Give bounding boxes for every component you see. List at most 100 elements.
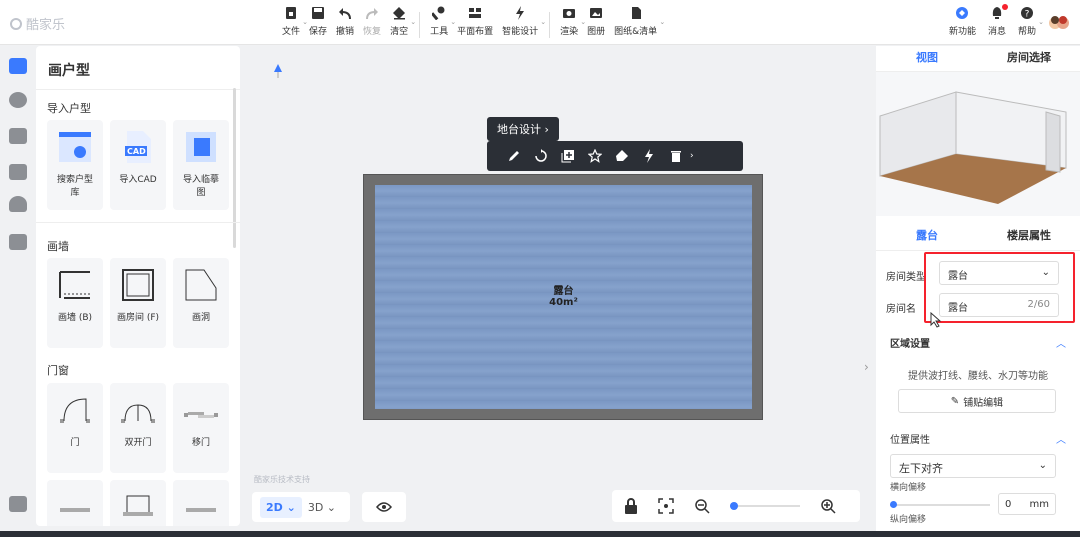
section-doors-label: 门窗 [47, 364, 69, 377]
bay-window-card[interactable] [110, 480, 166, 526]
draw-wall-label: 画墙 (B) [57, 313, 93, 323]
cabinet-nav-icon[interactable] [9, 128, 27, 144]
corner-window-card[interactable] [173, 480, 229, 526]
view-2d-button[interactable]: 2D ⌄ [260, 496, 302, 518]
chevron-up-icon: ︿ [1056, 435, 1066, 446]
room-floor[interactable]: 露台 40m² [375, 185, 752, 409]
canvas-controls [612, 490, 860, 522]
import-trace-card[interactable]: 导入临摹图 [173, 120, 229, 210]
double-door-card[interactable]: 双开门 [110, 383, 166, 473]
main-tools: 文件 ⌄ 保存 撤销 恢复 清空 ⌄ 工具 ⌄ 平面布置 智能设计 ⌄ 渲染 ⌄… [282, 6, 666, 38]
tab-floor-attr[interactable]: 楼层属性 [978, 221, 1080, 250]
render-button[interactable]: 渲染 ⌄ [560, 6, 586, 37]
tab-room-select[interactable]: 房间选择 [978, 46, 1080, 71]
panel-scrollbar[interactable] [233, 88, 236, 248]
user-nav-icon[interactable] [9, 196, 27, 212]
toolbar-expand-icon[interactable]: › [690, 151, 694, 161]
new-feature-button[interactable]: 新功能 [949, 6, 976, 37]
zone-settings-header[interactable]: 区域设置 ︿ [876, 328, 1080, 356]
draw-wall-card[interactable]: 画墙 (B) [47, 258, 103, 348]
fit-view-icon[interactable] [658, 498, 674, 514]
left-nav [0, 46, 36, 537]
panel-title: 画户型 [36, 46, 240, 90]
view-2d-label: 2D [266, 500, 283, 514]
sliding-door-label: 移门 [191, 438, 210, 448]
help-icon: ? [1020, 7, 1033, 20]
collapse-panel-icon[interactable]: › [864, 360, 869, 374]
floor-layout-button[interactable]: 平面布置 [457, 6, 493, 37]
property-tabs: 露台 楼层属性 [876, 221, 1080, 251]
room-outline[interactable]: 露台 40m² [363, 174, 763, 420]
chevron-up-icon: ︿ [1056, 339, 1066, 350]
align-select[interactable]: 左下对齐 ⌄ [890, 454, 1056, 478]
tab-terrace[interactable]: 露台 [876, 221, 978, 250]
undo-label: 撤销 [336, 27, 355, 37]
draw-hole-icon [184, 268, 218, 302]
3d-preview[interactable] [876, 72, 1080, 216]
svg-text:?: ? [1025, 10, 1030, 20]
draw-hole-card[interactable]: 画洞 [173, 258, 229, 348]
door-card[interactable]: 门 [47, 383, 103, 473]
platform-design-button[interactable]: 地台设计 › [487, 117, 559, 141]
album-button[interactable]: 图册 [587, 6, 605, 37]
compass-icon [274, 64, 282, 78]
zoom-slider[interactable] [730, 502, 800, 510]
trash-icon[interactable] [669, 149, 683, 163]
undo-icon [339, 8, 352, 20]
import-cad-card[interactable]: CAD 导入CAD [110, 120, 166, 210]
lock-icon[interactable] [624, 498, 638, 514]
messages-button[interactable]: 消息 [988, 4, 1008, 37]
album-icon [590, 8, 603, 18]
platform-design-label: 地台设计 [497, 123, 541, 136]
undo-button[interactable]: 撤销 [336, 6, 354, 37]
cad-badge: CAD [127, 147, 146, 156]
design-canvas[interactable]: 露台 40m² 地台设计 › › 酷家乐技术支持 2D ⌄ 3D ⌄ [240, 46, 876, 526]
window-card[interactable] [47, 480, 103, 526]
room-3d-preview-image [879, 91, 1067, 204]
file-menu-button[interactable]: 文件 ⌄ [282, 6, 308, 37]
flip-icon[interactable] [642, 149, 656, 163]
visibility-button[interactable] [362, 492, 406, 522]
watermark: 酷家乐技术支持 [254, 475, 310, 484]
help-button[interactable]: ? 帮助 ⌄ [1018, 6, 1044, 37]
settings-nav-icon[interactable] [9, 496, 27, 512]
user-tools: 新功能 消息 ? 帮助 ⌄ [937, 4, 1070, 38]
sliding-door-card[interactable]: 移门 [173, 383, 229, 473]
floorplan-nav-icon[interactable] [9, 58, 27, 74]
view-3d-button[interactable]: 3D ⌄ [302, 497, 342, 518]
copy-add-icon[interactable] [561, 149, 575, 163]
rotate-icon[interactable] [534, 149, 548, 163]
zoom-in-icon[interactable] [820, 498, 836, 514]
cad-file-icon: CAD [121, 130, 155, 164]
lightning-icon [516, 6, 525, 20]
draw-room-card[interactable]: 画房间 (F) [110, 258, 166, 348]
import-trace-label: 导入临摹图 [182, 175, 219, 198]
avatar[interactable] [1048, 6, 1070, 38]
zoom-out-icon[interactable] [694, 498, 710, 514]
tab-view[interactable]: 视图 [876, 46, 978, 71]
lightbulb-nav-icon[interactable] [9, 92, 27, 108]
app-logo[interactable]: 酷家乐 [10, 14, 65, 33]
tile-edit-button[interactable]: ✎ 铺贴编辑 [898, 389, 1056, 413]
redo-button[interactable]: 恢复 [363, 6, 381, 37]
pencil-icon[interactable] [507, 149, 521, 163]
zoom-handle[interactable] [730, 502, 738, 510]
h-offset-input[interactable]: 0 mm [998, 493, 1056, 515]
crown-nav-icon[interactable] [9, 164, 27, 180]
h-offset-handle[interactable] [890, 501, 897, 508]
position-attr-header[interactable]: 位置属性 ︿ [876, 424, 1080, 452]
search-floorplan-card[interactable]: 搜索户型库 [47, 120, 103, 210]
h-offset-slider[interactable] [890, 504, 990, 506]
tools-menu-button[interactable]: 工具 ⌄ [430, 6, 456, 37]
smart-design-button[interactable]: 智能设计 ⌄ [502, 6, 546, 37]
import-cad-label: 导入CAD [119, 175, 157, 185]
logo-icon [10, 17, 22, 30]
drawings-list-button[interactable]: 图纸&清单 ⌄ [614, 6, 665, 37]
clear-button[interactable]: 清空 ⌄ [390, 6, 416, 37]
furniture-nav-icon[interactable] [9, 234, 27, 250]
eraser-icon[interactable] [615, 149, 629, 163]
save-button[interactable]: 保存 [309, 6, 327, 37]
top-toolbar: 酷家乐 文件 ⌄ 保存 撤销 恢复 清空 ⌄ 工具 ⌄ 平面布置 智能设计 ⌄ … [0, 0, 1080, 45]
star-icon[interactable] [588, 149, 602, 163]
cursor-icon [930, 312, 942, 328]
